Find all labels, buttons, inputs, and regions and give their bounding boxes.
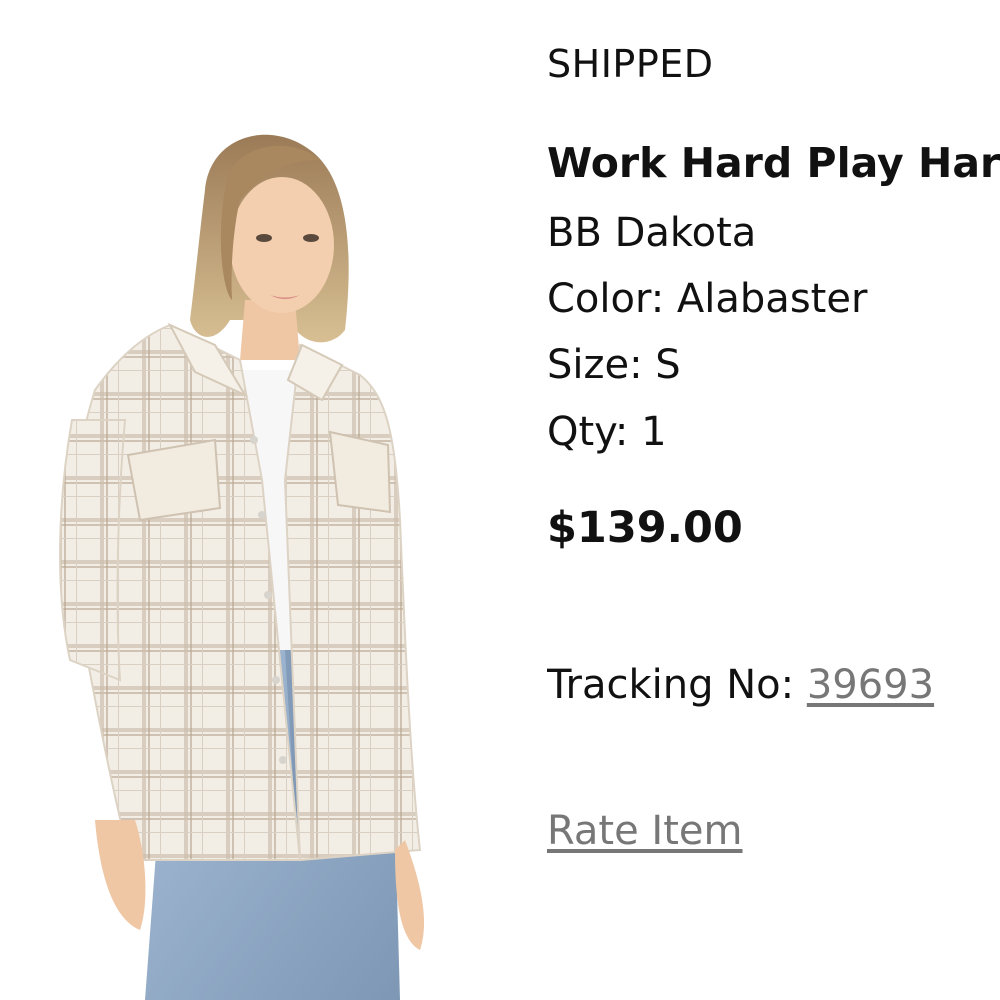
tracking-number-link[interactable]: 39693 [807,662,934,708]
product-image[interactable] [0,0,500,1000]
tracking-label: Tracking No: [547,662,807,708]
product-name[interactable]: Work Hard Play Hard Jacket [547,139,1000,187]
product-price: $139.00 [547,503,743,553]
order-item-details: SHIPPED Work Hard Play Hard Jacket BB Da… [547,0,1000,1000]
product-color: Color: Alabaster [547,276,868,322]
shipping-status: SHIPPED [547,42,714,86]
product-size: Size: S [547,342,681,388]
tracking-info: Tracking No: 39693 [547,662,934,708]
product-brand: BB Dakota [547,210,757,256]
product-quantity: Qty: 1 [547,409,667,455]
rate-item-link[interactable]: Rate Item [547,808,743,854]
